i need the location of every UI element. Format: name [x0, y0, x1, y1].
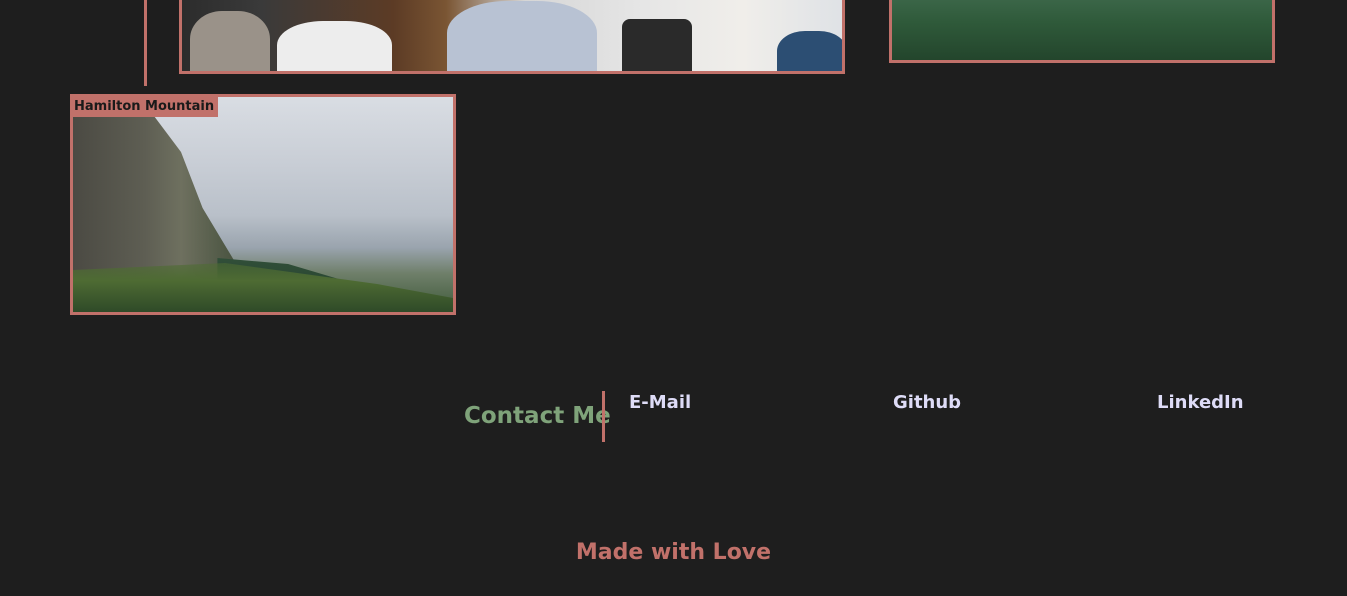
person-figure: [190, 11, 270, 71]
chair-shape: [622, 19, 692, 71]
linkedin-link[interactable]: LinkedIn: [1157, 392, 1244, 413]
footer-made-with-love: Made with Love: [575, 540, 772, 565]
forest-image[interactable]: [889, 0, 1275, 63]
person-figure: [777, 31, 842, 71]
card-label: Hamilton Mountain: [73, 97, 219, 117]
contact-divider: [602, 391, 605, 442]
contact-title: Contact Me: [464, 403, 611, 429]
hamilton-mountain-card[interactable]: Hamilton Mountain: [70, 94, 456, 315]
team-meeting-image[interactable]: [179, 0, 845, 74]
person-figure: [447, 1, 597, 71]
github-link[interactable]: Github: [893, 392, 961, 413]
timeline-connector-line: [144, 0, 147, 86]
person-figure: [277, 21, 392, 71]
email-link[interactable]: E-Mail: [629, 392, 691, 413]
